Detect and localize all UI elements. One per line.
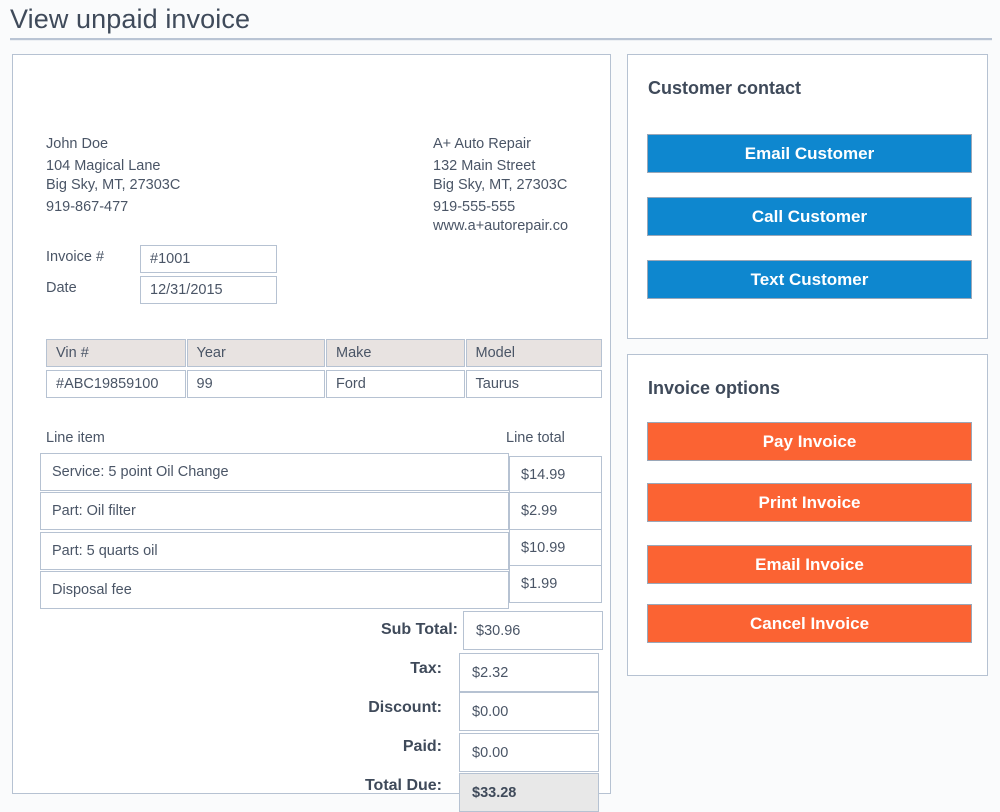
invoice-number-field[interactable]: #1001 [140,245,277,273]
cancel-invoice-button[interactable]: Cancel Invoice [647,604,972,643]
business-address-block: A+ Auto Repair 132 Main Street Big Sky, … [433,135,598,238]
totals-section: Sub Total: $30.96 Tax: $2.32 Discount: $… [343,611,603,812]
line-item-description[interactable]: Disposal fee [40,571,509,609]
line-item-amount[interactable]: $10.99 [509,529,602,567]
line-item-row: Disposal fee $1.99 [40,565,602,609]
tax-row: Tax: $2.32 [343,650,603,692]
invoice-options-heading: Invoice options [648,378,781,398]
business-website: www.a+autorepair.co [433,218,569,234]
invoice-date-label: Date [46,280,77,296]
paid-row: Paid: $0.00 [343,728,603,772]
discount-value[interactable]: $0.00 [459,692,599,731]
vehicle-header-vin: Vin # [46,339,186,367]
line-item-description[interactable]: Part: Oil filter [40,492,509,530]
line-item-description[interactable]: Service: 5 point Oil Change [40,453,509,491]
line-item-description[interactable]: Part: 5 quarts oil [40,532,509,570]
vehicle-field-year[interactable]: 99 [186,370,325,398]
discount-label: Discount: [368,699,442,716]
line-total-column-label: Line total [506,430,565,446]
page-title: View unpaid invoice [10,4,251,34]
vehicle-table-data-row: #ABC19859100 99 Ford Taurus [46,370,602,398]
invoice-page: View unpaid invoice John Doe 104 Magical… [0,0,1000,812]
total-due-value: $33.28 [459,773,599,812]
invoice-number-row: Invoice # #1001 [46,245,286,273]
vehicle-field-vin[interactable]: #ABC19859100 [46,370,186,398]
email-invoice-button[interactable]: Email Invoice [647,545,972,584]
print-invoice-button[interactable]: Print Invoice [647,483,972,522]
customer-contact-heading: Customer contact [648,78,802,98]
subtotal-row: Sub Total: $30.96 [343,611,603,650]
paid-label: Paid: [402,738,442,755]
line-item-row: Part: 5 quarts oil $10.99 [40,529,602,570]
call-customer-button[interactable]: Call Customer [647,197,972,236]
invoice-options-panel: Invoice options Pay Invoice Print Invoic… [627,354,988,676]
tax-label: Tax: [410,660,442,677]
line-item-amount[interactable]: $14.99 [509,456,602,494]
vehicle-field-model[interactable]: Taurus [465,370,602,398]
customer-name: John Doe [46,136,109,152]
line-item-amount[interactable]: $2.99 [509,492,602,530]
subtotal-value[interactable]: $30.96 [463,611,603,650]
total-due-label: Total Due: [364,777,442,794]
line-item-amount[interactable]: $1.99 [509,565,602,603]
invoice-date-field[interactable]: 12/31/2015 [140,276,277,304]
title-divider [10,38,992,41]
invoice-card: John Doe 104 Magical Lane Big Sky, MT, 2… [12,54,611,812]
customer-city-state-zip: Big Sky, MT, 27303C [46,177,181,193]
text-customer-button[interactable]: Text Customer [647,260,972,299]
customer-phone: 919-867-477 [46,199,129,215]
business-city-state-zip: Big Sky, MT, 27303C [433,177,568,193]
tax-value[interactable]: $2.32 [459,653,599,692]
business-name: A+ Auto Repair [433,136,531,152]
vehicle-header-make: Make [326,339,465,367]
line-item-row: Part: Oil filter $2.99 [40,492,602,530]
pay-invoice-button[interactable]: Pay Invoice [647,422,972,461]
subtotal-label: Sub Total: [380,621,458,638]
line-item-column-label: Line item [46,430,105,446]
discount-row: Discount: $0.00 [343,689,603,731]
email-customer-button[interactable]: Email Customer [647,134,972,173]
vehicle-field-make[interactable]: Ford [326,370,465,398]
customer-street: 104 Magical Lane [46,158,161,174]
business-phone: 919-555-555 [433,199,516,215]
vehicle-table-header-row: Vin # Year Make Model [46,339,602,367]
line-items-list: Service: 5 point Oil Change $14.99 Part:… [40,453,602,609]
customer-contact-panel: Customer contact Email Customer Call Cus… [627,54,988,339]
line-item-row: Service: 5 point Oil Change $14.99 [40,453,602,494]
customer-address-block: John Doe 104 Magical Lane Big Sky, MT, 2… [46,135,186,219]
invoice-number-label: Invoice # [46,249,105,265]
total-due-row: Total Due: $33.28 [343,767,603,812]
vehicle-table: Vin # Year Make Model #ABC19859100 99 Fo… [46,339,602,399]
business-street: 132 Main Street [433,158,536,174]
vehicle-header-year: Year [186,339,325,367]
vehicle-header-model: Model [465,339,602,367]
invoice-date-row: Date 12/31/2015 [46,276,286,304]
